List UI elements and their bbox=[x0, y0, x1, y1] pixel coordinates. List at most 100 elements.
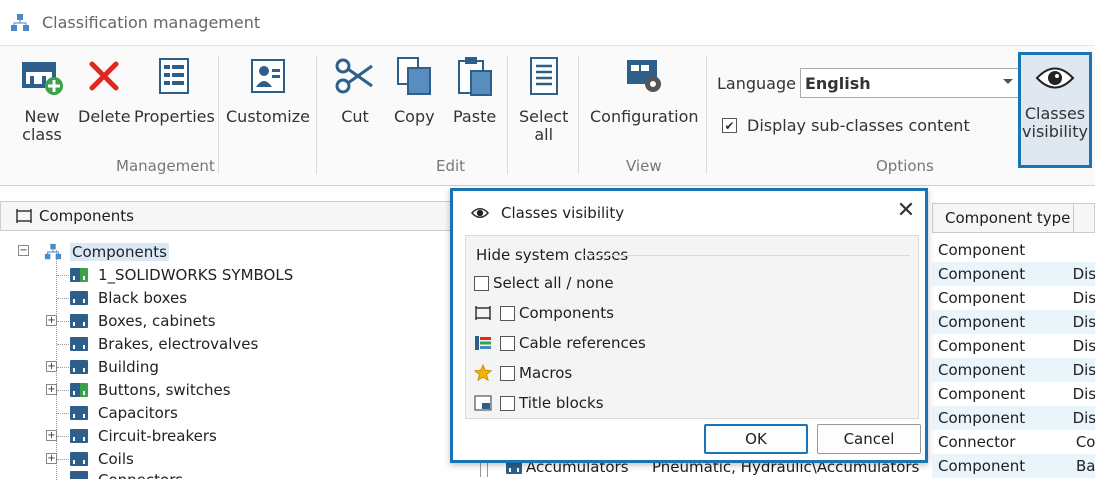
expand-toggle[interactable]: + bbox=[46, 361, 57, 372]
select-all-label: Select all bbox=[519, 107, 569, 144]
folder-symbol-icon bbox=[70, 383, 88, 397]
title-blocks-option[interactable]: Title blocks bbox=[474, 394, 604, 412]
cancel-button[interactable]: Cancel bbox=[817, 424, 921, 454]
tree-item[interactable]: Black boxes bbox=[70, 287, 187, 309]
tree-root-label: Components bbox=[70, 243, 169, 261]
cable-references-label: Cable references bbox=[519, 334, 646, 352]
select-all-button[interactable]: Select all bbox=[519, 54, 568, 144]
cell-type: Component bbox=[938, 265, 1026, 283]
tree-item[interactable]: Capacitors bbox=[70, 402, 178, 424]
table-row[interactable]: Component Dis bbox=[932, 310, 1095, 334]
table-row[interactable]: Component Dis bbox=[932, 262, 1095, 286]
folder-icon bbox=[70, 291, 88, 305]
tree-item[interactable]: Buttons, switches bbox=[70, 379, 231, 401]
title-blocks-checkbox[interactable] bbox=[500, 395, 515, 411]
expand-toggle[interactable]: + bbox=[46, 430, 57, 441]
tree-item-label: Capacitors bbox=[98, 404, 178, 422]
column-header-component-type[interactable]: Component type bbox=[933, 204, 1074, 232]
collapse-toggle[interactable]: − bbox=[18, 245, 29, 256]
display-subclasses-checkbox[interactable]: ✔ bbox=[722, 118, 737, 133]
properties-button[interactable]: Properties bbox=[134, 54, 215, 126]
configuration-label: Configuration bbox=[590, 107, 699, 126]
display-subclasses-label: Display sub-classes content bbox=[747, 116, 970, 135]
language-dropdown[interactable]: English bbox=[799, 68, 1020, 98]
window-title: Classification management bbox=[42, 13, 261, 32]
group-label-management: Management bbox=[116, 157, 215, 175]
tree-item[interactable]: Coils bbox=[70, 448, 134, 470]
display-subclasses-option[interactable]: ✔ Display sub-classes content bbox=[722, 116, 970, 135]
table-row[interactable]: Component Dis bbox=[932, 406, 1095, 430]
delete-label: Delete bbox=[78, 107, 131, 126]
classes-visibility-button[interactable]: Classes visibility bbox=[1018, 52, 1092, 168]
language-label: Language bbox=[717, 73, 796, 93]
tree-item[interactable]: Building bbox=[70, 356, 159, 378]
paste-button[interactable]: Paste bbox=[453, 54, 496, 126]
expand-toggle[interactable]: + bbox=[46, 384, 57, 395]
cell-type: Connector bbox=[938, 433, 1016, 451]
tree-item-label: Brakes, electrovalves bbox=[98, 335, 259, 353]
select-all-none-checkbox[interactable] bbox=[474, 275, 489, 291]
select-all-none-option[interactable]: Select all / none bbox=[474, 274, 614, 292]
table-row[interactable]: Component Ba bbox=[932, 454, 1095, 478]
cell-extra: Dis bbox=[1072, 313, 1095, 331]
tree-branch bbox=[57, 436, 69, 437]
cell-type: Component bbox=[938, 289, 1026, 307]
classification-management-window: Classification management New class Dele… bbox=[0, 0, 1095, 480]
tree-item[interactable]: Connectors bbox=[70, 471, 183, 479]
tree-branch bbox=[57, 413, 69, 414]
macros-checkbox[interactable] bbox=[500, 365, 515, 381]
copy-button[interactable]: Copy bbox=[394, 54, 435, 126]
customize-icon bbox=[250, 59, 285, 93]
cable-references-option[interactable]: Cable references bbox=[474, 334, 646, 352]
components-option[interactable]: Components bbox=[474, 304, 614, 322]
components-checkbox[interactable] bbox=[500, 305, 515, 321]
ribbon-separator bbox=[507, 56, 508, 174]
dialog-body: Hide system classes Select all / none Co… bbox=[465, 235, 919, 419]
cut-button[interactable]: Cut bbox=[334, 54, 376, 126]
macros-option[interactable]: Macros bbox=[474, 364, 572, 382]
language-value: English bbox=[804, 73, 871, 93]
ribbon-separator bbox=[578, 56, 579, 174]
new-class-button[interactable]: New class bbox=[20, 54, 64, 144]
ok-button[interactable]: OK bbox=[704, 424, 808, 454]
cable-references-checkbox[interactable] bbox=[500, 335, 515, 351]
folder-symbol-icon bbox=[70, 268, 88, 282]
tree-root-components[interactable]: Components bbox=[44, 241, 169, 263]
group-label-options: Options bbox=[876, 157, 934, 175]
configuration-button[interactable]: Configuration bbox=[590, 54, 699, 126]
expand-toggle[interactable]: + bbox=[46, 453, 57, 464]
expand-toggle[interactable]: + bbox=[46, 315, 57, 326]
select-all-icon bbox=[529, 57, 558, 95]
tree-item-label: Buttons, switches bbox=[98, 381, 231, 399]
customize-button[interactable]: Customize bbox=[226, 54, 310, 126]
select-all-none-label: Select all / none bbox=[493, 274, 614, 292]
cell-type: Component bbox=[938, 385, 1026, 403]
close-icon[interactable]: ✕ bbox=[895, 200, 917, 222]
cell-type: Component bbox=[938, 241, 1026, 259]
tree-item[interactable]: 1_SOLIDWORKS SYMBOLS bbox=[70, 264, 293, 286]
tree-branch bbox=[57, 275, 69, 276]
cell-extra: Dis bbox=[1072, 409, 1095, 427]
classes-visibility-label: Classes visibility bbox=[1022, 104, 1088, 141]
cable-references-icon bbox=[475, 336, 491, 350]
copy-icon bbox=[397, 57, 432, 95]
tree-branch bbox=[57, 390, 69, 391]
eye-icon bbox=[1035, 67, 1075, 89]
group-label-edit: Edit bbox=[436, 157, 466, 175]
tree-item[interactable]: Circuit-breakers bbox=[70, 425, 217, 447]
tree-branch bbox=[57, 367, 69, 368]
table-row[interactable]: Component bbox=[932, 238, 1095, 262]
scissors-icon bbox=[335, 58, 373, 94]
tree-item-label: Black boxes bbox=[98, 289, 188, 307]
table-row[interactable]: Component Dis bbox=[932, 286, 1095, 310]
tree-item[interactable]: Boxes, cabinets bbox=[70, 310, 216, 332]
tree-item[interactable]: Brakes, electrovalves bbox=[70, 333, 258, 355]
table-row[interactable]: Component Dis bbox=[932, 382, 1095, 406]
table-row[interactable]: Component Dis bbox=[932, 334, 1095, 358]
group-divider bbox=[584, 255, 910, 256]
language-selector: Language English bbox=[717, 68, 1020, 98]
macros-label: Macros bbox=[519, 364, 573, 382]
table-row[interactable]: Connector Co bbox=[932, 430, 1095, 454]
table-row[interactable]: Component Dis bbox=[932, 358, 1095, 382]
delete-button[interactable]: Delete bbox=[78, 54, 131, 126]
